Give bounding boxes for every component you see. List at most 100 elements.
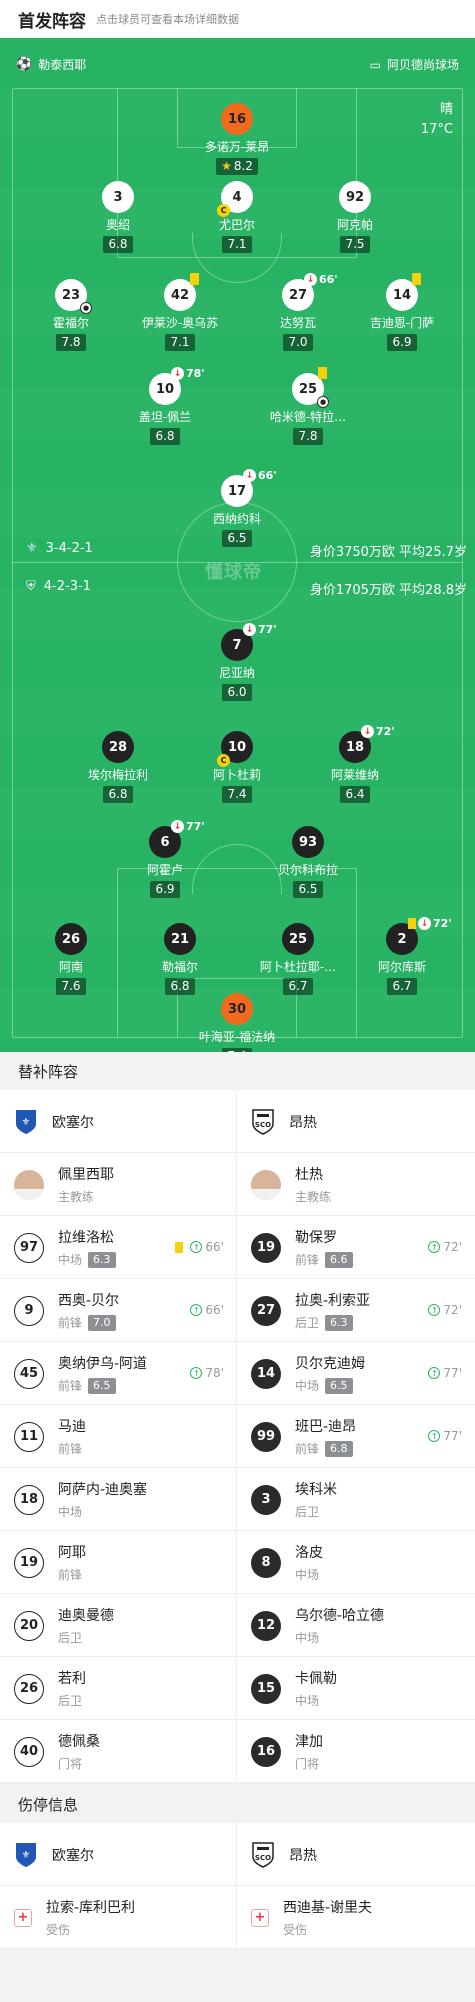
sub-out-icon: ↓ bbox=[304, 273, 317, 286]
player-number: 16 bbox=[227, 111, 247, 127]
player-number-badge: 3 bbox=[102, 181, 134, 213]
home-crest-icon: ⚜ bbox=[26, 541, 38, 556]
away-coach-role: 主教练 bbox=[295, 1190, 332, 1204]
away-player-5[interactable]: 93 贝尔科布拉 6.5 bbox=[248, 826, 368, 898]
home-sub-player[interactable]: 26 若利 后卫 bbox=[0, 1657, 237, 1720]
player-rating: 8.2 bbox=[216, 158, 258, 175]
sub-in-time: 72' bbox=[443, 1303, 462, 1317]
home-player-6[interactable]: 27 ↓ 66' 达努瓦 7.0 bbox=[238, 273, 358, 351]
svg-text:SCO: SCO bbox=[255, 1121, 271, 1129]
player-number: 26 bbox=[61, 931, 81, 947]
home-player-9[interactable]: 25 ● 哈米德-特拉… 7.8 bbox=[248, 367, 368, 445]
player-number-badge: 7 ↓ 77' bbox=[221, 623, 277, 661]
sub-player-position: 中场 bbox=[295, 1694, 320, 1708]
player-number-badge: 16 bbox=[221, 103, 253, 135]
away-sub-player[interactable]: 15 卡佩勒 中场 bbox=[237, 1657, 474, 1720]
away-player-6[interactable]: 26 阿南 7.6 bbox=[11, 923, 131, 995]
sub-in-indicator: ↑ 77' bbox=[428, 1366, 462, 1380]
sub-row: 97 拉维洛松 中场 6.3 ↑ 66' 19 勒保罗 前锋 6.6 ↑ 72' bbox=[0, 1216, 475, 1279]
player-name: 阿莱维纳 bbox=[330, 768, 379, 782]
sub-player-position: 中场 bbox=[295, 1379, 320, 1393]
coach-row: 佩里西耶 主教练 杜热 主教练 bbox=[0, 1153, 475, 1216]
away-player-7[interactable]: 21 勒福尔 6.8 bbox=[120, 923, 240, 995]
home-coach[interactable]: 佩里西耶 主教练 bbox=[0, 1153, 237, 1216]
away-player-8[interactable]: 25 阿卜杜拉耶-… 6.7 bbox=[238, 923, 358, 995]
sub-time: 77' bbox=[186, 820, 205, 833]
injury-status: 受伤 bbox=[46, 1923, 71, 1937]
player-number-badge: 18 ↓ 72' bbox=[339, 725, 395, 763]
player-name: 达努瓦 bbox=[279, 316, 316, 330]
player-number: 30 bbox=[227, 1001, 247, 1017]
home-sub-player[interactable]: 11 马迪 前锋 bbox=[0, 1405, 237, 1468]
away-sub-player[interactable]: 3 埃科米 后卫 bbox=[237, 1468, 474, 1531]
sub-in-icon: ↑ bbox=[428, 1241, 441, 1253]
jersey-icon: ⚽ bbox=[16, 57, 33, 72]
away-sub-player[interactable]: 16 津加 门将 bbox=[237, 1720, 474, 1783]
injury-away-team[interactable]: SCO 昂热 bbox=[237, 1823, 474, 1886]
home-player-3[interactable]: 92 阿克帕 7.5 bbox=[295, 181, 415, 253]
sub-player-name: 德佩桑 bbox=[58, 1734, 100, 1750]
home-sub-player[interactable]: 40 德佩桑 门将 bbox=[0, 1720, 237, 1783]
injury-home-team[interactable]: ⚜ 欧塞尔 bbox=[0, 1823, 237, 1886]
injury-home-team-name: 欧塞尔 bbox=[52, 1847, 94, 1864]
away-player-4[interactable]: 6 ↓ 77' 阿霍卢 6.9 bbox=[105, 820, 225, 898]
home-player-10[interactable]: 17 ↓ 66' 西纳约科 6.5 bbox=[177, 469, 297, 547]
sub-number-badge: 45 bbox=[14, 1358, 44, 1389]
home-player-5[interactable]: 42 伊莱沙-奥乌苏 7.1 bbox=[120, 273, 240, 351]
away-sub-player[interactable]: 14 贝尔克迪姆 中场 6.5 ↑ 77' bbox=[237, 1342, 474, 1405]
player-number: 27 bbox=[288, 287, 308, 303]
player-number: 7 bbox=[232, 637, 242, 653]
home-sub-player[interactable]: 9 西奥-贝尔 前锋 7.0 ↑ 66' bbox=[0, 1279, 237, 1342]
sub-player-position: 前锋 bbox=[295, 1442, 320, 1456]
subs-home-team[interactable]: ⚜ 欧塞尔 bbox=[0, 1090, 237, 1153]
player-number: 21 bbox=[170, 931, 190, 947]
away-sub-player[interactable]: 12 乌尔德-哈立德 中场 bbox=[237, 1594, 474, 1657]
home-sub-player[interactable]: 45 奥纳伊乌-阿道 前锋 6.5 ↑ 78' bbox=[0, 1342, 237, 1405]
player-name: 哈米德-特拉… bbox=[269, 410, 347, 424]
away-sub-player[interactable]: 99 班巴-迪昂 前锋 6.8 ↑ 77' bbox=[237, 1405, 474, 1468]
home-sub-player[interactable]: 97 拉维洛松 中场 6.3 ↑ 66' bbox=[0, 1216, 237, 1279]
away-sub-player[interactable]: 8 洛皮 中场 bbox=[237, 1531, 474, 1594]
home-player-7[interactable]: 14 吉迪恩-门萨 6.9 bbox=[342, 273, 462, 351]
sub-player-rating: 7.0 bbox=[88, 1314, 116, 1331]
injury-away-team-name: 昂热 bbox=[289, 1847, 317, 1864]
away-sub-player[interactable]: 27 拉奥-利索亚 后卫 6.3 ↑ 72' bbox=[237, 1279, 474, 1342]
sub-in-indicator: ↑ 66' bbox=[190, 1303, 224, 1317]
player-rating: 6.4 bbox=[340, 786, 370, 803]
away-sub-player[interactable]: 19 勒保罗 前锋 6.6 ↑ 72' bbox=[237, 1216, 474, 1279]
sub-player-name: 阿耶 bbox=[58, 1545, 86, 1561]
away-player-1[interactable]: 28 埃尔梅拉利 6.8 bbox=[58, 731, 178, 803]
home-sub-player[interactable]: 20 迪奥曼德 后卫 bbox=[0, 1594, 237, 1657]
player-rating: 7.8 bbox=[293, 428, 323, 445]
home-player-0[interactable]: 16 多诺万-莱昂 8.2 bbox=[177, 103, 297, 175]
player-number-badge: 2 ↓ 72' bbox=[386, 917, 452, 955]
home-player-4[interactable]: 23 ● 霍福尔 7.8 bbox=[11, 279, 131, 351]
home-player-1[interactable]: 3 奥绍 6.8 bbox=[58, 181, 178, 253]
injury-away-player[interactable]: + 西迪基-谢里夫 受伤 bbox=[237, 1886, 474, 1949]
injury-home-player[interactable]: + 拉索-库利巴利 受伤 bbox=[0, 1886, 237, 1949]
home-sub-player[interactable]: 19 阿耶 前锋 bbox=[0, 1531, 237, 1594]
home-sub-player[interactable]: 18 阿萨内-迪奥塞 中场 bbox=[0, 1468, 237, 1531]
player-name: 霍福尔 bbox=[52, 316, 89, 330]
temperature-text: 17°C bbox=[420, 122, 453, 137]
away-coach[interactable]: 杜热 主教练 bbox=[237, 1153, 474, 1216]
away-player-9[interactable]: 2 ↓ 72' 阿尔库斯 6.7 bbox=[342, 917, 462, 995]
player-name: 阿卜杜拉耶-… bbox=[259, 960, 337, 974]
home-coach-role: 主教练 bbox=[58, 1190, 95, 1204]
injury-row: + 拉索-库利巴利 受伤 + 西迪基-谢里夫 受伤 bbox=[0, 1886, 475, 1949]
stadium-icon: ▭ bbox=[369, 57, 381, 72]
away-player-0[interactable]: 7 ↓ 77' 尼亚纳 6.0 bbox=[177, 623, 297, 701]
sub-in-indicator: ↑ 77' bbox=[428, 1429, 462, 1443]
angers-crest-icon: SCO bbox=[251, 1841, 275, 1868]
sub-out-icon: ↓ bbox=[171, 820, 184, 833]
player-rating: 6.8 bbox=[103, 236, 133, 253]
subs-away-team[interactable]: SCO 昂热 bbox=[237, 1090, 474, 1153]
away-player-10[interactable]: 30叶海亚-福法纳7.4 bbox=[177, 993, 297, 1052]
home-player-2[interactable]: 4 C 尤巴尔 7.1 bbox=[177, 181, 297, 253]
sub-row: 26 若利 后卫 15 卡佩勒 中场 bbox=[0, 1657, 475, 1720]
away-player-2[interactable]: 10 C 阿卜杜莉 7.4 bbox=[177, 731, 297, 803]
away-player-3[interactable]: 18 ↓ 72' 阿莱维纳 6.4 bbox=[295, 725, 415, 803]
sub-player-position: 中场 bbox=[58, 1253, 83, 1267]
home-team-label[interactable]: ⚽ 勒泰西耶 bbox=[16, 56, 86, 73]
home-player-8[interactable]: 10 ↓ 78' 盖坦-佩兰 6.8 bbox=[105, 367, 225, 445]
